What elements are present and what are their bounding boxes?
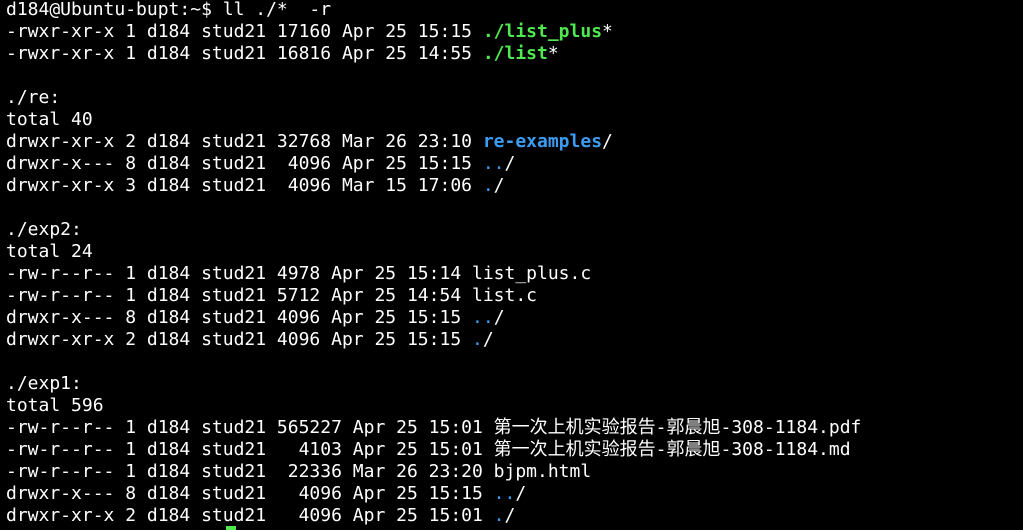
terminal-text: drwxr-x--- 8 d184 stud21 4096 Apr 25 15:…: [6, 483, 494, 504]
terminal-line: ​: [6, 351, 861, 373]
terminal-text: -rw-r--r-- 1 d184 stud21 22336 Mar 26 23…: [6, 461, 592, 482]
terminal-text: drwxr-x--- 8 d184 stud21 4096 Apr 25 15:…: [6, 307, 472, 328]
terminal-text: ./re:: [6, 87, 61, 108]
file-name-dirdot: .: [472, 329, 483, 350]
file-name-dirdot: .: [482, 175, 494, 196]
terminal-line: -rwxr-xr-x 1 d184 stud21 16816 Apr 25 14…: [6, 43, 861, 65]
terminal-line: -rw-r--r-- 1 d184 stud21 565227 Apr 25 1…: [6, 417, 861, 439]
terminal-line: total 40: [6, 109, 861, 131]
terminal-text: ./exp2:: [6, 219, 82, 240]
terminal-text: /: [493, 175, 505, 196]
terminal-line: -rwxr-xr-x 1 d184 stud21 17160 Apr 25 15…: [6, 21, 861, 43]
terminal-text: /: [515, 483, 527, 504]
terminal-text: total 40: [6, 109, 93, 130]
terminal-line: drwxr-x--- 8 d184 stud21 4096 Apr 25 15:…: [6, 483, 861, 505]
terminal-text: drwxr-xr-x 2 d184 stud21 4096 Apr 25 15:…: [6, 505, 494, 526]
terminal-text: drwxr-xr-x 3 d184 stud21 4096 Mar 15 17:…: [6, 175, 483, 196]
terminal-line: ./re:: [6, 87, 861, 109]
terminal-text: drwxr-x--- 8 d184 stud21 4096 Apr 25 15:…: [6, 153, 483, 174]
file-name-dirdot: .: [493, 505, 505, 526]
terminal-text: /: [493, 307, 505, 328]
terminal-line: -rw-r--r-- 1 d184 stud21 22336 Mar 26 23…: [6, 461, 861, 483]
terminal-line: ./exp2:: [6, 219, 861, 241]
terminal-text: drwxr-xr-x 2 d184 stud21 4096 Apr 25 15:…: [6, 329, 472, 350]
terminal-prompt-line: d184@Ubuntu-bupt:~$ ll ./* -r: [6, 0, 861, 21]
terminal-line: total 24: [6, 241, 861, 263]
terminal-text: -rwxr-xr-x 1 d184 stud21 16816 Apr 25 14…: [6, 43, 483, 64]
terminal-line: drwxr-x--- 8 d184 stud21 4096 Apr 25 15:…: [6, 307, 861, 329]
terminal-line: drwxr-xr-x 2 d184 stud21 4096 Apr 25 15:…: [6, 329, 861, 351]
terminal-text: total 596: [6, 395, 104, 416]
terminal-line: drwxr-xr-x 2 d184 stud21 4096 Apr 25 15:…: [6, 505, 861, 527]
file-name-exec: ./list: [482, 43, 548, 64]
file-name-dir: re-examples: [482, 131, 603, 152]
terminal-text: total 24: [6, 241, 93, 262]
terminal-line: total 596: [6, 395, 861, 417]
terminal-text: ./exp1:: [6, 373, 82, 394]
terminal-text: -rw-r--r-- 1 d184 stud21 4978 Apr 25 15:…: [6, 263, 592, 284]
terminal-text: drwxr-xr-x 2 d184 stud21 32768 Mar 26 23…: [6, 131, 483, 152]
terminal-line: ./exp1:: [6, 373, 861, 395]
file-name-dirdot: ..: [482, 153, 505, 174]
terminal-output[interactable]: d184@Ubuntu-bupt:~$ ll ./* -r -rwxr-xr-x …: [6, 0, 861, 527]
terminal-text: /: [602, 131, 613, 152]
terminal-text: /: [504, 153, 516, 174]
terminal-line: -rw-r--r-- 1 d184 stud21 4978 Apr 25 15:…: [6, 263, 861, 285]
file-name-dirdot: ..: [493, 483, 516, 504]
file-name-dirdot: ..: [472, 307, 494, 328]
terminal-cursor: [226, 526, 236, 530]
terminal-text: d184@Ubuntu-bupt:~$ ll ./* -r: [6, 0, 332, 20]
terminal-text: *: [602, 21, 613, 42]
terminal-text: -rw-r--r-- 1 d184 stud21 565227 Apr 25 1…: [6, 417, 862, 438]
terminal-text: *: [547, 43, 559, 64]
terminal-line: -rw-r--r-- 1 d184 stud21 5712 Apr 25 14:…: [6, 285, 861, 307]
terminal-line: ​: [6, 197, 861, 219]
terminal-line: ​: [6, 65, 861, 87]
terminal-line: -rw-r--r-- 1 d184 stud21 4103 Apr 25 15:…: [6, 439, 861, 461]
terminal-text: -rw-r--r-- 1 d184 stud21 4103 Apr 25 15:…: [6, 439, 851, 460]
terminal-line: drwxr-xr-x 2 d184 stud21 32768 Mar 26 23…: [6, 131, 861, 153]
terminal-line: drwxr-x--- 8 d184 stud21 4096 Apr 25 15:…: [6, 153, 861, 175]
file-name-exec: ./list_plus: [482, 21, 603, 42]
terminal-window[interactable]: d184@Ubuntu-bupt:~$ ll ./* -r -rwxr-xr-x …: [0, 0, 1023, 530]
terminal-line: drwxr-xr-x 3 d184 stud21 4096 Mar 15 17:…: [6, 175, 861, 197]
terminal-text: -rwxr-xr-x 1 d184 stud21 17160 Apr 25 15…: [6, 21, 483, 42]
terminal-text: -rw-r--r-- 1 d184 stud21 5712 Apr 25 14:…: [6, 285, 538, 306]
terminal-text: /: [504, 505, 516, 526]
terminal-text: /: [482, 329, 494, 350]
